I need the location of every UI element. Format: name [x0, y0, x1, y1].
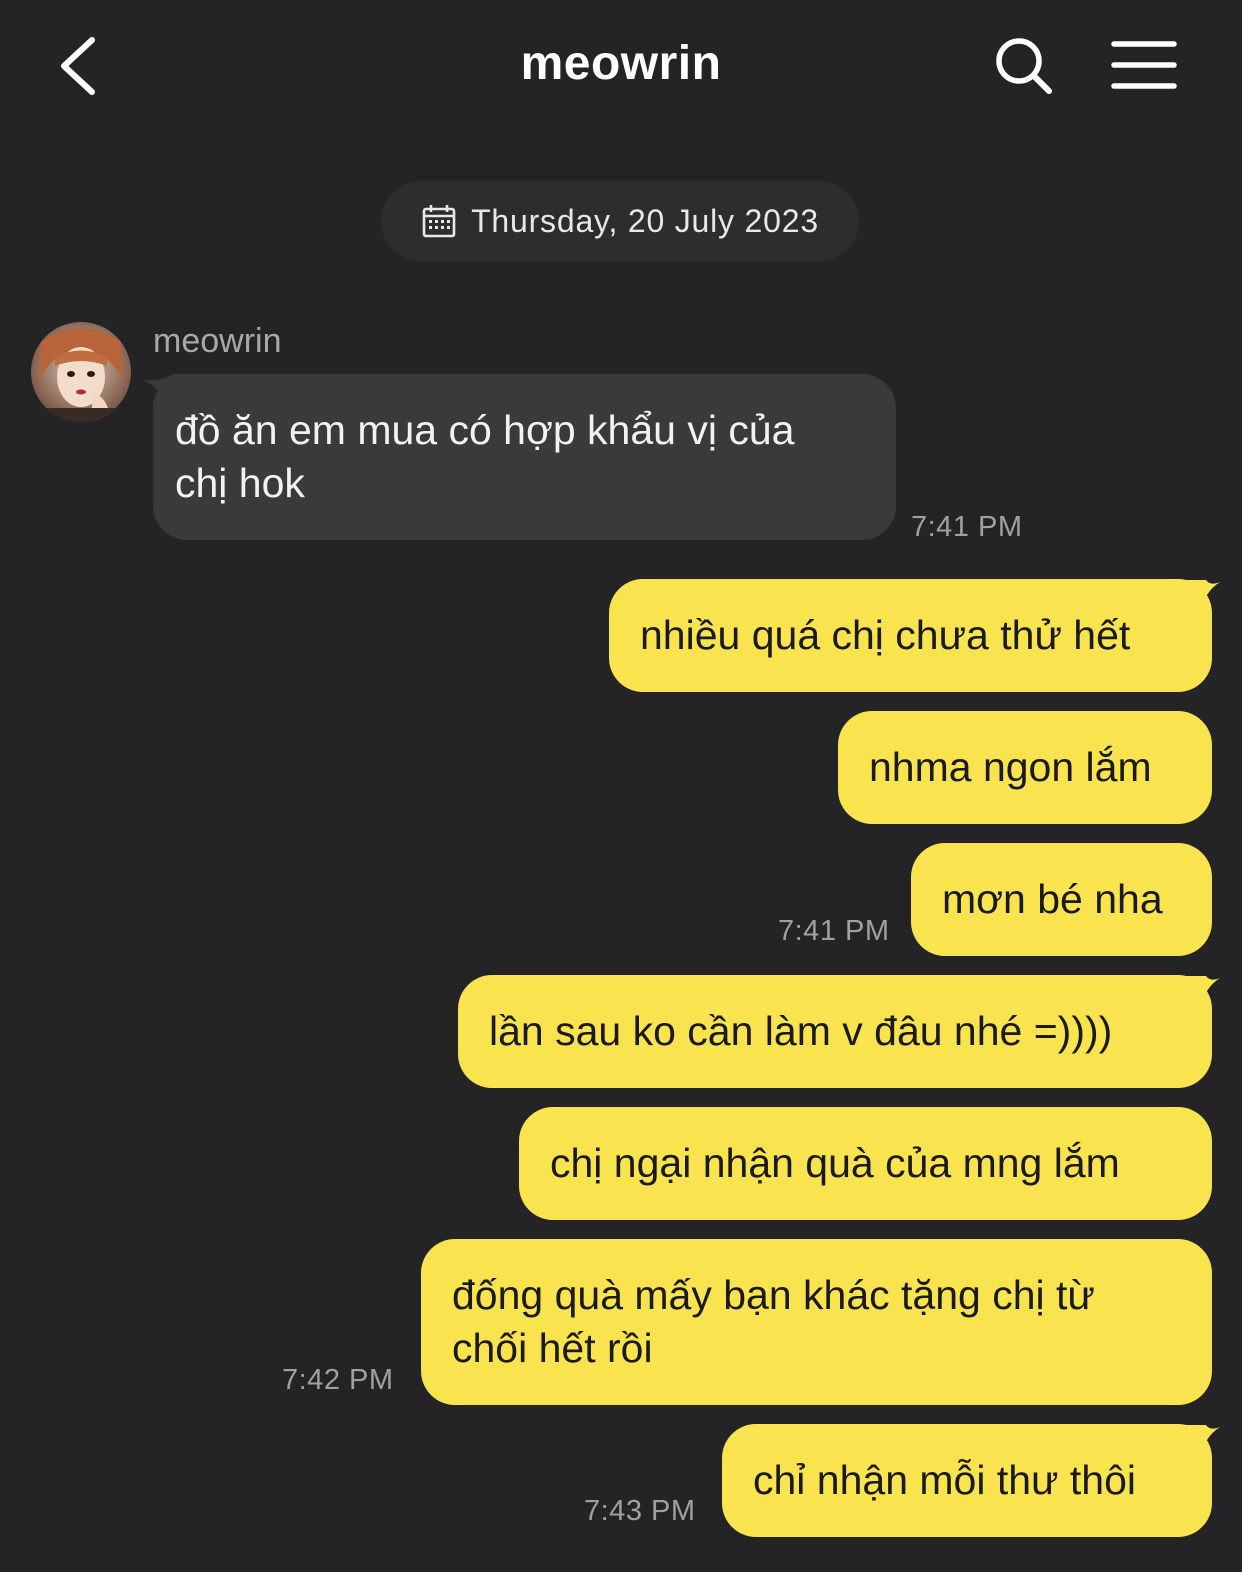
outgoing-message[interactable]: nhiều quá chị chưa thử hết	[609, 579, 1212, 692]
outgoing-message[interactable]: chỉ nhận mỗi thư thôi	[722, 1424, 1212, 1537]
message-line: chị hok	[175, 460, 305, 506]
search-icon[interactable]	[992, 34, 1058, 100]
outgoing-message[interactable]: nhma ngon lắm	[838, 711, 1212, 824]
date-text: Thursday, 20 July 2023	[471, 202, 819, 239]
avatar[interactable]	[31, 322, 131, 422]
outgoing-message[interactable]: chị ngại nhận quà của mng lắm	[519, 1107, 1212, 1220]
sender-name: meowrin	[153, 322, 282, 360]
message-text: nhma ngon lắm	[869, 744, 1152, 790]
hamburger-menu-icon[interactable]	[1110, 38, 1178, 92]
message-line: đống quà mấy bạn khác tặng chị từ	[452, 1272, 1095, 1318]
message-text: nhiều quá chị chưa thử hết	[640, 612, 1131, 658]
message-text: lần sau ko cần làm v đâu nhé =))))	[489, 1008, 1113, 1054]
message-time: 7:43 PM	[584, 1495, 696, 1527]
message-time: 7:41 PM	[911, 511, 1023, 543]
calendar-icon	[422, 205, 456, 238]
message-time: 7:41 PM	[778, 915, 890, 947]
outgoing-message[interactable]: lần sau ko cần làm v đâu nhé =))))	[458, 975, 1212, 1088]
incoming-message[interactable]: đồ ăn em mua có hợp khẩu vị của chị hok	[153, 374, 896, 540]
message-text: mơn bé nha	[942, 876, 1163, 922]
message-time: 7:42 PM	[282, 1364, 394, 1396]
outgoing-message[interactable]: mơn bé nha	[911, 843, 1212, 956]
message-line: chối hết rồi	[452, 1325, 653, 1371]
message-text: chỉ nhận mỗi thư thôi	[753, 1457, 1136, 1503]
message-line: đồ ăn em mua có hợp khẩu vị của	[175, 407, 795, 453]
message-text: chị ngại nhận quà của mng lắm	[550, 1140, 1120, 1186]
date-divider: Thursday, 20 July 2023	[381, 181, 859, 261]
outgoing-message[interactable]: đống quà mấy bạn khác tặng chị từ chối h…	[421, 1239, 1212, 1405]
chat-header: meowrin	[0, 0, 1242, 140]
